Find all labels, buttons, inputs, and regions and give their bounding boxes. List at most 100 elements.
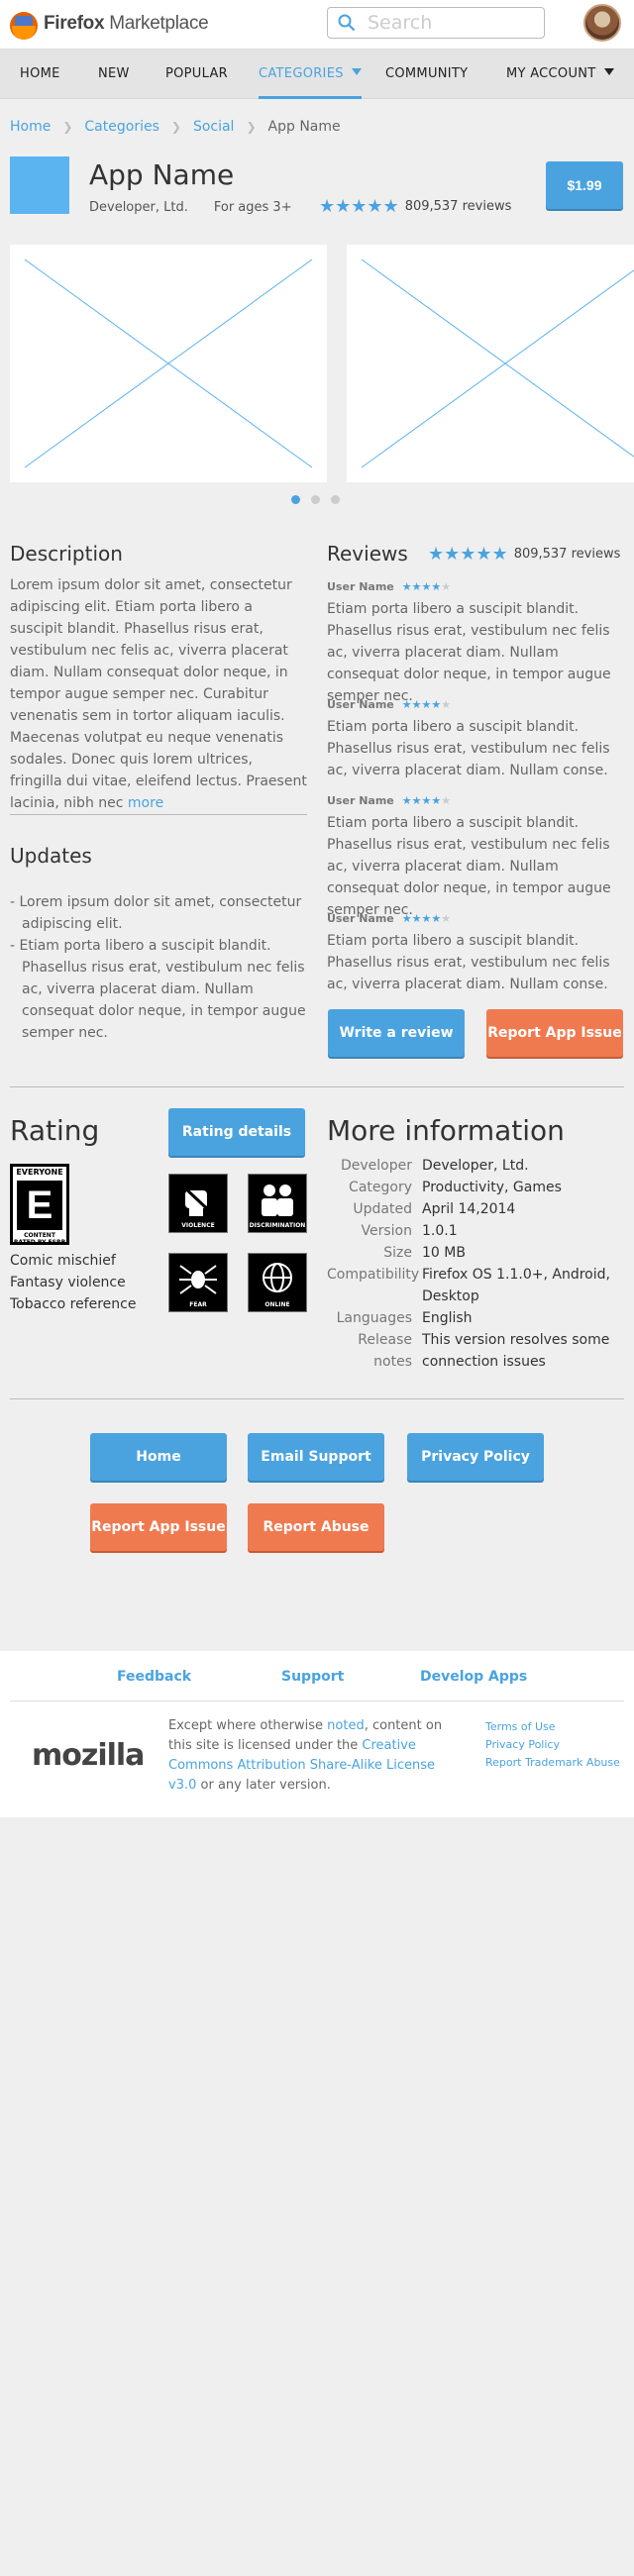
review-user-name[interactable]: User Name xyxy=(327,580,394,593)
report-app-issue-button[interactable]: Report App Issue xyxy=(486,1009,623,1057)
gallery-pagination xyxy=(291,492,351,508)
review-user-name[interactable]: User Name xyxy=(327,912,394,925)
write-review-button[interactable]: Write a review xyxy=(328,1009,465,1057)
rating-content-item: Fantasy violence xyxy=(10,1275,126,1290)
brand-title[interactable]: Firefox Marketplace xyxy=(44,13,209,35)
nav-home[interactable]: HOME xyxy=(20,50,60,99)
rating-content-list: Comic mischief Fantasy violence Tobacco … xyxy=(10,1250,136,1315)
star-rating-icon: ★★★★★ xyxy=(401,912,452,925)
terms-of-use-link[interactable]: Terms of Use xyxy=(485,1718,620,1736)
app-review-count: 809,537 reviews xyxy=(404,199,512,214)
breadcrumb-social[interactable]: Social xyxy=(193,119,235,135)
search-box[interactable] xyxy=(327,7,545,39)
home-button[interactable]: Home xyxy=(90,1433,227,1481)
review-user-name[interactable]: User Name xyxy=(327,794,394,807)
breadcrumb-home[interactable]: Home xyxy=(10,119,51,135)
review-text: Etiam porta libero a suscipit blandit. P… xyxy=(327,719,610,778)
review-item: User Name ★★★★★ Etiam porta libero a susc… xyxy=(327,578,624,707)
nav-new[interactable]: NEW xyxy=(98,50,130,99)
privacy-policy-link[interactable]: Privacy Policy xyxy=(485,1736,620,1754)
update-item: - Lorem ipsum dolor sit amet, consectetu… xyxy=(10,894,302,932)
divider xyxy=(10,814,307,815)
more-info-table: Developer Developer, Ltd. Category Product… xyxy=(327,1155,620,1373)
info-key: Version xyxy=(361,1223,412,1239)
privacy-policy-button[interactable]: Privacy Policy xyxy=(407,1433,544,1481)
nav-my-account-label: MY ACCOUNT xyxy=(506,66,596,81)
violence-icon: VIOLENCE xyxy=(168,1174,228,1233)
descriptor-label: ONLINE xyxy=(264,1301,290,1308)
main-nav: HOME NEW POPULAR CATEGORIES COMMUNITY MY… xyxy=(0,50,634,99)
screenshot-1[interactable] xyxy=(10,245,327,482)
report-trademark-abuse-link[interactable]: Report Trademark Abuse xyxy=(485,1754,620,1772)
divider xyxy=(10,1398,624,1399)
info-key: Category xyxy=(349,1180,412,1195)
breadcrumb-categories[interactable]: Categories xyxy=(84,119,158,135)
info-row: Category Productivity, Games xyxy=(327,1177,620,1198)
esrb-letter: E xyxy=(17,1181,62,1230)
footer-support-link[interactable]: Support xyxy=(281,1669,344,1685)
description-text: Lorem ipsum dolor sit amet, consectetur … xyxy=(10,574,307,814)
review-item: User Name ★★★★★ Etiam porta libero a susc… xyxy=(327,792,624,921)
review-user-name[interactable]: User Name xyxy=(327,698,394,711)
nav-categories-label: CATEGORIES xyxy=(259,66,344,81)
info-row: Compatibility Firefox OS 1.1.0+, Android,… xyxy=(327,1264,620,1307)
info-row: Release notes This version resolves some … xyxy=(327,1329,620,1373)
info-value: Firefox OS 1.1.0+, Android, Desktop xyxy=(422,1267,610,1304)
info-value: 10 MB xyxy=(422,1245,466,1261)
nav-categories[interactable]: CATEGORIES xyxy=(259,50,362,99)
fear-icon: FEAR xyxy=(168,1253,228,1312)
chevron-right-icon: ❯ xyxy=(62,120,73,134)
app-meta: Developer, Ltd. For ages 3+ xyxy=(89,200,318,215)
breadcrumb-current: App Name xyxy=(267,119,341,135)
gallery-dot[interactable] xyxy=(291,495,300,504)
footer-feedback-link[interactable]: Feedback xyxy=(117,1669,191,1685)
app-rating-summary[interactable]: ★★★★★ 809,537 reviews xyxy=(319,196,511,217)
app-developer[interactable]: Developer, Ltd. xyxy=(89,200,188,215)
email-support-button[interactable]: Email Support xyxy=(248,1433,384,1481)
app-icon xyxy=(10,156,69,214)
info-value: English xyxy=(422,1310,473,1326)
mozilla-logo[interactable]: mozilla xyxy=(32,1738,145,1773)
review-text: Etiam porta libero a suscipit blandit. P… xyxy=(327,601,611,704)
description-more-link[interactable]: more xyxy=(128,795,163,811)
spider-icon xyxy=(179,1265,217,1294)
search-input[interactable] xyxy=(368,12,536,34)
user-avatar[interactable] xyxy=(583,4,621,42)
nav-popular[interactable]: POPULAR xyxy=(165,50,228,99)
nav-community[interactable]: COMMUNITY xyxy=(385,50,468,99)
reviews-rating-summary: ★★★★★ 809,537 reviews xyxy=(428,544,620,565)
star-rating-icon: ★★★★★ xyxy=(401,794,452,807)
app-title: App Name xyxy=(89,158,235,191)
nav-my-account[interactable]: MY ACCOUNT xyxy=(506,50,614,99)
divider xyxy=(10,1700,624,1701)
rating-details-button[interactable]: Rating details xyxy=(168,1108,305,1156)
star-rating-icon: ★★★★★ xyxy=(401,698,452,711)
buy-button[interactable]: $1.99 xyxy=(546,161,623,209)
description-title: Description xyxy=(10,542,123,566)
rating-content-item: Tobacco reference xyxy=(10,1296,137,1312)
info-value: This version resolves some connection is… xyxy=(422,1332,610,1370)
reviews-count: 809,537 reviews xyxy=(513,547,621,562)
descriptor-label: FEAR xyxy=(189,1301,207,1308)
more-info-title: More information xyxy=(327,1114,565,1147)
screenshot-2[interactable] xyxy=(347,245,634,482)
chevron-down-icon xyxy=(351,68,362,75)
firefox-logo-icon[interactable] xyxy=(10,12,38,40)
legal-noted-link[interactable]: noted xyxy=(327,1718,365,1733)
gallery-dot[interactable] xyxy=(331,495,340,504)
report-app-issue-button[interactable]: Report App Issue xyxy=(90,1503,227,1551)
gallery-dot[interactable] xyxy=(311,495,320,504)
info-key: Developer xyxy=(340,1158,412,1174)
legal-part: Except where otherwise xyxy=(168,1718,328,1733)
updates-list: - Lorem ipsum dolor sit amet, consectetu… xyxy=(10,891,307,1044)
report-abuse-button[interactable]: Report Abuse xyxy=(248,1503,384,1551)
star-rating-icon: ★★★★★ xyxy=(319,196,399,217)
brand-bold: Firefox xyxy=(44,13,105,34)
image-placeholder-icon xyxy=(10,245,327,482)
info-row: Developer Developer, Ltd. xyxy=(327,1155,620,1177)
review-text: Etiam porta libero a suscipit blandit. P… xyxy=(327,815,611,918)
info-row: Updated April 14,2014 xyxy=(327,1198,620,1220)
star-rating-icon: ★★★★★ xyxy=(428,544,508,565)
footer-develop-apps-link[interactable]: Develop Apps xyxy=(420,1669,527,1685)
divider xyxy=(10,1086,624,1087)
